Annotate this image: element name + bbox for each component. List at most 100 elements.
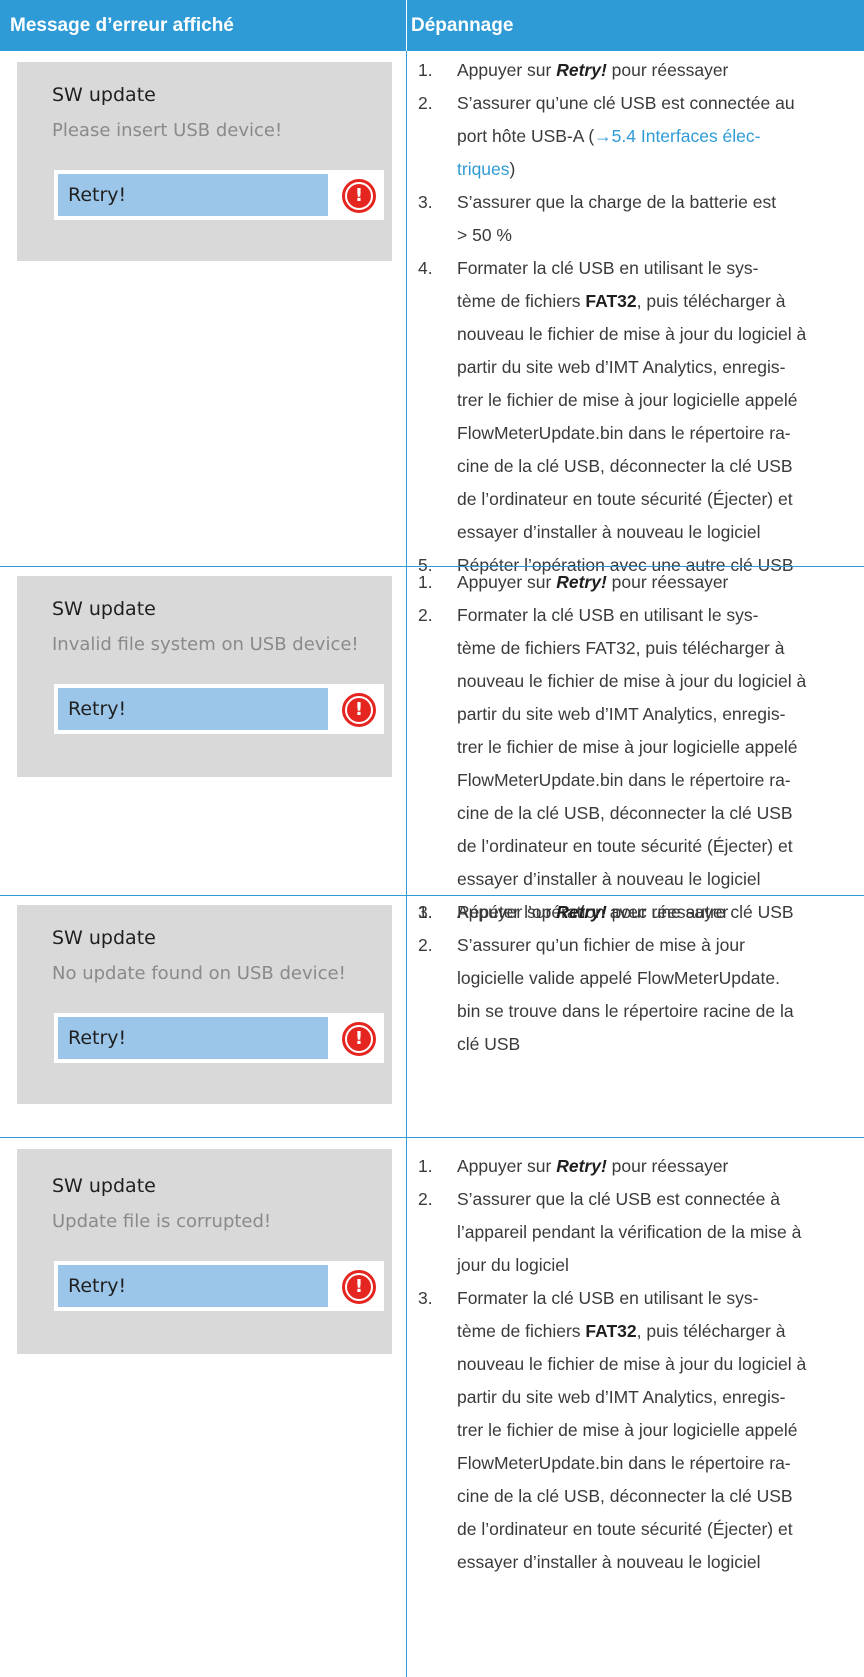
step-number: 2.: [418, 93, 433, 113]
step-text-line: Formater la clé USB en utilisant le sys-: [457, 258, 759, 278]
step-text-line: Formater la clé USB en utilisant le sys-: [457, 1288, 759, 1308]
step-text-line: S’assurer qu’une clé USB est connectée a…: [457, 93, 795, 113]
step-text-line: nouveau le fichier de mise à jour du log…: [457, 1354, 807, 1374]
troubleshooting-steps: 1. Appuyer sur Retry! pour réessayer 2. S’a…: [418, 54, 862, 582]
step-text-line: essayer d’installer à nouveau le logicie…: [457, 1552, 761, 1572]
error-message: Please insert USB device!: [52, 120, 283, 141]
retry-bar: Retry!!: [54, 1013, 384, 1063]
exclamation-circle-icon: !: [342, 179, 376, 213]
header-troubleshooting: Dépannage: [411, 15, 514, 36]
header-divider: [406, 0, 407, 51]
screen-title: SW update: [52, 927, 156, 949]
step-text-line: de l’ordinateur en toute sécurité (Éject…: [457, 836, 793, 856]
step-text-line: Formater la clé USB en utilisant le sys-: [457, 605, 759, 625]
step-text-line: > 50 %: [457, 225, 512, 245]
error-screen: SW update Please insert USB device! Retry!…: [17, 62, 392, 261]
step-text: ): [509, 159, 516, 179]
retry-bar: Retry!!: [54, 170, 384, 220]
retry-bar: Retry!!: [54, 684, 384, 734]
step-number: 3.: [418, 1288, 433, 1308]
step-text-line: cine de la clé USB, déconnecter la clé U…: [457, 1486, 793, 1506]
step-text-line: clé USB: [457, 1034, 521, 1054]
step-item: 1. Appuyer sur Retry! pour réessayer: [418, 896, 862, 929]
step-text: pour réessayer: [606, 902, 729, 922]
exclamation-circle-icon: !: [342, 1270, 376, 1304]
step-text: , puis télécharger à: [636, 291, 786, 311]
exclamation-mark: !: [347, 184, 371, 208]
step-text-line: cine de la clé USB, déconnecter la clé U…: [457, 803, 793, 823]
fat32-emphasis: FAT32: [585, 291, 637, 311]
step-number: 2.: [418, 605, 433, 625]
step-text-line: Appuyer sur Retry! pour réessayer: [457, 54, 862, 87]
retry-button[interactable]: Retry!: [58, 1265, 328, 1307]
step-text-line: trer le fichier de mise à jour logiciell…: [457, 1420, 798, 1440]
exclamation-mark: !: [347, 1275, 371, 1299]
step-text-line: partir du site web d’IMT Analytics, enre…: [457, 704, 786, 724]
step-text-line: port hôte USB-A (→5.4 Interfaces élec-: [457, 120, 862, 153]
step-text-line: Appuyer sur Retry! pour réessayer: [457, 566, 862, 599]
step-text: pour réessayer: [606, 572, 729, 592]
exclamation-mark: !: [347, 698, 371, 722]
screen-title: SW update: [52, 1175, 156, 1197]
step-number: 2.: [418, 935, 433, 955]
retry-button[interactable]: Retry!: [58, 1017, 328, 1059]
step-text-line: l’appareil pendant la vérification de la…: [457, 1222, 802, 1242]
step-text: pour réessayer: [606, 60, 729, 80]
step-text-line: partir du site web d’IMT Analytics, enre…: [457, 357, 786, 377]
step-text-line: S’assurer qu’un fichier de mise à jour: [457, 935, 745, 955]
step-item: 4. Formater la clé USB en utilisant le sy…: [418, 252, 862, 549]
step-text: tème de fichiers: [457, 291, 586, 311]
step-text: Appuyer sur: [457, 1156, 557, 1176]
error-message: No update found on USB device!: [52, 963, 346, 984]
section-link[interactable]: triques: [457, 159, 510, 179]
step-text: port hôte USB-A (: [457, 126, 595, 146]
error-screen: SW update Update file is corrupted! Retry!…: [17, 1149, 392, 1354]
step-text-line: nouveau le fichier de mise à jour du log…: [457, 324, 807, 344]
step-text-line: triques): [457, 153, 862, 186]
step-number: 1.: [418, 60, 433, 80]
step-item: 1. Appuyer sur Retry! pour réessayer: [418, 1150, 862, 1183]
step-text-line: cine de la clé USB, déconnecter la clé U…: [457, 456, 793, 476]
table-header: Message d’erreur affiché Dépannage: [0, 0, 864, 51]
step-text: , puis télécharger à: [636, 1321, 786, 1341]
troubleshooting-steps: 1. Appuyer sur Retry! pour réessayer 2. S’a…: [418, 1150, 862, 1579]
retry-bar: Retry!!: [54, 1261, 384, 1311]
step-text-line: FlowMeterUpdate.bin dans le répertoire r…: [457, 423, 791, 443]
troubleshooting-steps: 1. Appuyer sur Retry! pour réessayer 2. S’a…: [418, 896, 862, 1061]
step-text-line: bin se trouve dans le répertoire racine …: [457, 1001, 794, 1021]
retry-button[interactable]: Retry!: [58, 174, 328, 216]
step-item: 2. S’assurer qu’un fichier de mise à jour…: [418, 929, 862, 1061]
retry-emphasis: Retry!: [556, 1156, 607, 1176]
step-text-line: tème de fichiers FAT32, puis télécharger…: [457, 638, 785, 658]
step-text-line: S’assurer que la clé USB est connectée à: [457, 1189, 780, 1209]
step-text: pour réessayer: [606, 1156, 729, 1176]
step-text: Appuyer sur: [457, 902, 557, 922]
step-number: 4.: [418, 258, 433, 278]
step-text-line: nouveau le fichier de mise à jour du log…: [457, 671, 807, 691]
header-error-message: Message d’erreur affiché: [10, 15, 234, 36]
step-text: Appuyer sur: [457, 572, 557, 592]
step-text-line: tème de fichiers FAT32, puis télécharger…: [457, 285, 862, 318]
retry-emphasis: Retry!: [556, 60, 607, 80]
error-message: Update file is corrupted!: [52, 1211, 272, 1232]
step-item: 3. Formater la clé USB en utilisant le sy…: [418, 1282, 862, 1579]
step-number: 2.: [418, 1189, 433, 1209]
step-text-line: partir du site web d’IMT Analytics, enre…: [457, 1387, 786, 1407]
error-screen: SW update No update found on USB device! R…: [17, 905, 392, 1104]
column-divider: [406, 51, 407, 1677]
step-text-line: FlowMeterUpdate.bin dans le répertoire r…: [457, 1453, 791, 1473]
retry-button[interactable]: Retry!: [58, 688, 328, 730]
fat32-emphasis: FAT32: [585, 1321, 637, 1341]
step-text-line: essayer d’installer à nouveau le logicie…: [457, 522, 761, 542]
section-link[interactable]: →5.4 Interfaces élec-: [594, 126, 760, 146]
step-item: 2. S’assurer que la clé USB est connectée…: [418, 1183, 862, 1282]
step-text: Appuyer sur: [457, 60, 557, 80]
exclamation-circle-icon: !: [342, 693, 376, 727]
screen-title: SW update: [52, 84, 156, 106]
step-text-line: FlowMeterUpdate.bin dans le répertoire r…: [457, 770, 791, 790]
retry-emphasis: Retry!: [556, 572, 607, 592]
step-item: 2. S’assurer qu’une clé USB est connectée…: [418, 87, 862, 186]
step-text-line: jour du logiciel: [457, 1255, 569, 1275]
step-text-line: logicielle valide appelé FlowMeterUpdate…: [457, 968, 780, 988]
step-number: 3.: [418, 192, 433, 212]
